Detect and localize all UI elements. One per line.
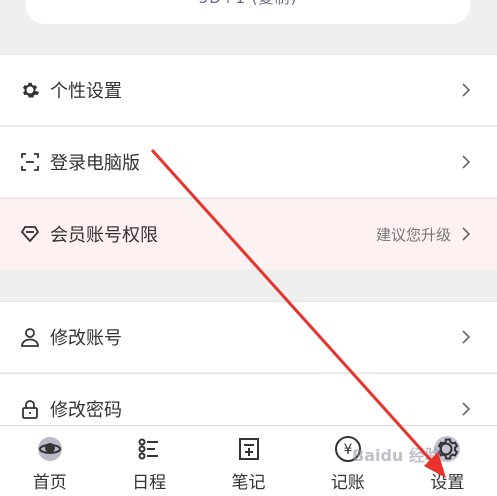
chevron-right-icon bbox=[462, 227, 471, 241]
chevron-right-icon bbox=[462, 402, 471, 416]
tab-bookkeeping[interactable]: ¥ 记账 bbox=[298, 426, 397, 496]
chevron-right-icon bbox=[462, 155, 471, 169]
top-card: 5D+1 (复制) bbox=[26, 0, 470, 24]
tab-home[interactable]: 首页 bbox=[0, 426, 99, 496]
row-label: 修改密码 bbox=[50, 400, 122, 421]
tab-label: 日程 bbox=[132, 473, 167, 493]
tab-label: 笔记 bbox=[231, 473, 266, 493]
tab-notes[interactable]: 笔记 bbox=[199, 426, 298, 496]
row-label: 个性设置 bbox=[50, 81, 122, 102]
svg-text:¥: ¥ bbox=[343, 442, 352, 458]
gear-icon bbox=[20, 80, 40, 100]
tab-label: 记账 bbox=[330, 473, 365, 493]
lock-icon bbox=[20, 399, 40, 419]
tab-label: 设置 bbox=[430, 473, 465, 493]
personal-settings-row[interactable]: 个性设置 bbox=[0, 54, 497, 125]
top-card-text: 5D+1 (复制) bbox=[199, 0, 298, 8]
yen-icon: ¥ bbox=[333, 434, 363, 464]
diamond-icon bbox=[20, 224, 40, 244]
membership-permission-row[interactable]: 会员账号权限 建议您升级 bbox=[0, 198, 497, 269]
chevron-right-icon bbox=[462, 330, 471, 344]
bottom-tab-bar: 首页 日程 笔记 ¥ 记账 设置 bbox=[0, 425, 497, 496]
change-account-row[interactable]: 修改账号 bbox=[0, 301, 497, 372]
note-icon bbox=[234, 434, 264, 464]
desktop-login-row[interactable]: 登录电脑版 bbox=[0, 126, 497, 197]
scan-icon bbox=[20, 152, 40, 172]
tab-label: 首页 bbox=[32, 473, 67, 493]
tab-settings[interactable]: 设置 bbox=[398, 426, 497, 496]
row-label: 会员账号权限 bbox=[50, 225, 158, 246]
planet-icon bbox=[35, 434, 65, 464]
row-label: 登录电脑版 bbox=[50, 153, 140, 174]
tab-schedule[interactable]: 日程 bbox=[99, 426, 198, 496]
schedule-icon bbox=[134, 434, 164, 464]
user-icon bbox=[20, 327, 40, 347]
settings-icon bbox=[432, 434, 462, 464]
chevron-right-icon bbox=[462, 83, 471, 97]
row-label: 修改账号 bbox=[50, 328, 122, 349]
upgrade-hint: 建议您升级 bbox=[375, 225, 451, 244]
